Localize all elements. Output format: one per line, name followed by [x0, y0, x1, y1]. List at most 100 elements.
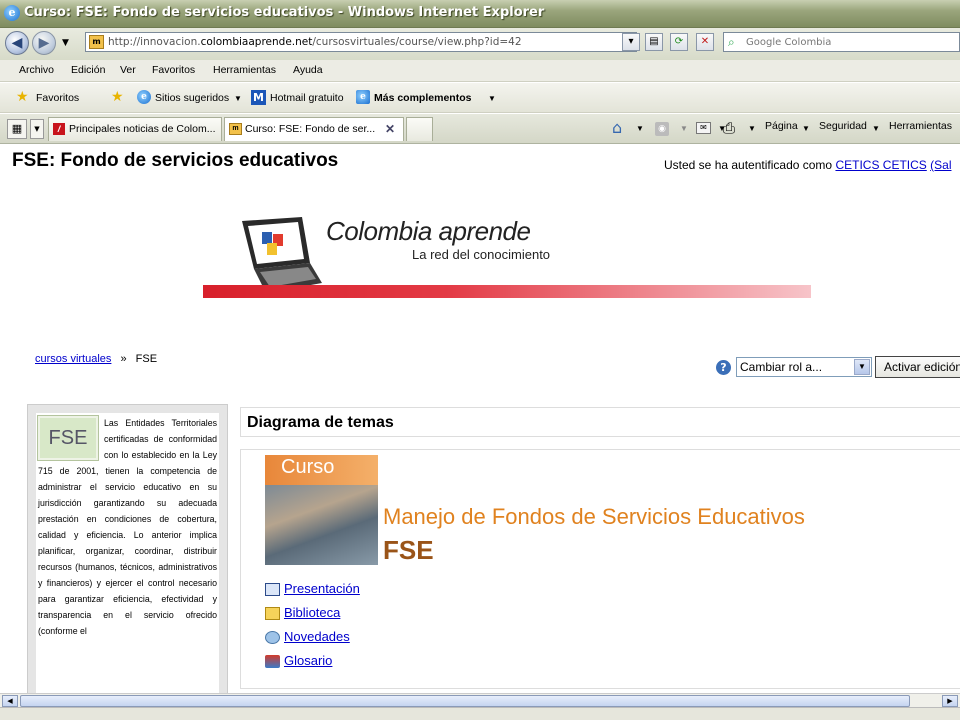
search-input[interactable]: ⌕ Google Colombia — [723, 32, 960, 52]
mail-icon[interactable]: ✉ — [696, 122, 711, 134]
history-dropdown-icon[interactable]: ▼ — [62, 38, 69, 48]
forward-button[interactable]: ▶ — [32, 31, 56, 55]
course-favicon-icon: m — [229, 123, 242, 135]
help-icon[interactable]: ? — [716, 360, 731, 375]
resource-biblioteca[interactable]: Biblioteca — [265, 605, 340, 621]
resource-novedades[interactable]: Novedades — [265, 629, 350, 645]
new-tab-button[interactable] — [406, 117, 433, 141]
title-bar: e Curso: FSE: Fondo de servicios educati… — [0, 0, 960, 28]
breadcrumb-current: FSE — [135, 353, 158, 365]
refresh-icon[interactable]: ⟳ — [670, 33, 688, 51]
edit-mode-button[interactable]: Activar edición — [875, 356, 960, 378]
page-title: FSE: Fondo de servicios educativos — [12, 150, 339, 171]
quick-tabs-icon[interactable]: ▦ — [7, 119, 27, 139]
suggested-sites-link[interactable]: Sitios sugeridos — [155, 92, 229, 104]
banner-stripe — [203, 285, 811, 298]
resource-presentacion[interactable]: Presentación — [265, 581, 360, 597]
forward-arrow-icon: ▶ — [38, 35, 50, 51]
search-placeholder: Google Colombia — [746, 37, 832, 48]
print-icon[interactable]: ⎙ — [723, 119, 735, 137]
breadcrumb: cursos virtuales » FSE — [35, 353, 157, 365]
address-url[interactable]: http://innovacion.colombiaaprende.net/cu… — [108, 36, 522, 48]
more-addons-dropdown-icon[interactable]: ▼ — [488, 94, 496, 103]
menu-herramientas[interactable]: Herramientas — [213, 64, 276, 76]
hotmail-icon: M — [251, 90, 266, 105]
logo-name: Colombia aprende — [326, 216, 531, 246]
tab-label: Principales noticias de Colom... — [69, 123, 216, 135]
role-select[interactable]: Cambiar rol a... ▼ — [736, 357, 872, 377]
hotmail-link[interactable]: Hotmail gratuito — [270, 92, 344, 104]
favorites-bar: ★ Favoritos ★ e Sitios sugeridos ▼ M Hot… — [0, 83, 960, 113]
scroll-left-icon[interactable]: ◀ — [2, 695, 18, 707]
home-dropdown-icon[interactable]: ▼ — [636, 124, 644, 133]
course-badge: Curso — [265, 455, 378, 485]
topics-header: Diagrama de temas — [247, 414, 394, 431]
suggested-sites-dropdown-icon[interactable]: ▼ — [234, 94, 242, 103]
resource-glosario[interactable]: Glosario — [265, 653, 332, 669]
back-arrow-icon: ◀ — [11, 35, 23, 51]
ie-icon: e — [4, 5, 20, 21]
address-bar[interactable]: m http://innovacion.colombiaaprende.net/… — [85, 32, 637, 52]
biblioteca-link[interactable]: Biblioteca — [284, 605, 340, 620]
menu-bar: Archivo Edición Ver Favoritos Herramient… — [0, 60, 960, 82]
course-topic-box: Curso Manejo de Fondos de Servicios Educ… — [240, 449, 960, 689]
glossary-icon — [265, 655, 280, 669]
course-subtitle: FSE — [383, 535, 434, 565]
login-text: Usted se ha autentificado como — [664, 158, 833, 172]
menu-edicion[interactable]: Edición — [71, 64, 105, 76]
user-link[interactable]: CETICS CETICS — [835, 158, 926, 172]
home-icon[interactable]: ⌂ — [612, 118, 622, 137]
tab-label: Curso: FSE: Fondo de ser... — [245, 123, 376, 135]
logo-tagline: La red del conocimiento — [412, 247, 551, 262]
course-title: Manejo de Fondos de Servicios Educativos — [383, 504, 805, 529]
login-info: Usted se ha autentificado como CETICS CE… — [664, 158, 951, 172]
tab-noticias[interactable]: / Principales noticias de Colom... — [48, 117, 222, 141]
close-tab-icon[interactable]: ✕ — [385, 122, 395, 136]
tab-list-dropdown-icon[interactable]: ▼ — [30, 119, 44, 139]
rss-feed-icon[interactable]: ◉ — [655, 122, 669, 136]
tab-curso[interactable]: m Curso: FSE: Fondo de ser... ✕ — [224, 117, 404, 141]
scrollbar-thumb[interactable] — [20, 695, 910, 707]
favorites-button[interactable]: Favoritos — [36, 92, 79, 104]
news-favicon-icon: / — [53, 123, 65, 135]
security-dropdown-icon: ▼ — [872, 124, 880, 133]
breadcrumb-root-link[interactable]: cursos virtuales — [35, 353, 111, 365]
back-button[interactable]: ◀ — [5, 31, 29, 55]
add-favorite-icon[interactable]: ★ — [111, 90, 124, 104]
status-bar — [0, 707, 960, 720]
menu-ver[interactable]: Ver — [120, 64, 136, 76]
course-image — [265, 485, 378, 565]
feeds-dropdown-icon[interactable]: ▼ — [680, 124, 688, 133]
address-dropdown-icon[interactable]: ▾ — [622, 33, 640, 51]
search-icon: ⌕ — [728, 35, 735, 49]
print-dropdown-icon[interactable]: ▼ — [748, 124, 756, 133]
breadcrumb-separator: » — [120, 353, 127, 365]
presentacion-link[interactable]: Presentación — [284, 581, 360, 596]
tab-bar: ▦ ▼ / Principales noticias de Colom... m… — [0, 114, 960, 144]
tools-menu[interactable]: Herramientas — [889, 120, 952, 132]
window-title: Curso: FSE: Fondo de servicios educativo… — [24, 5, 545, 20]
horizontal-scrollbar[interactable]: ◀ ▶ — [0, 693, 960, 707]
forum-icon — [265, 631, 280, 645]
glosario-link[interactable]: Glosario — [284, 653, 332, 668]
menu-favoritos[interactable]: Favoritos — [152, 64, 195, 76]
stop-icon[interactable]: ✕ — [696, 33, 714, 51]
menu-archivo[interactable]: Archivo — [19, 64, 54, 76]
security-menu[interactable]: Seguridad — [819, 120, 867, 132]
novedades-link[interactable]: Novedades — [284, 629, 350, 644]
more-addons-link[interactable]: Más complementos — [374, 92, 471, 104]
course-summary: FSE Las Entidades Territoriales certific… — [36, 413, 219, 693]
favorites-star-icon: ★ — [16, 89, 29, 105]
scroll-right-icon[interactable]: ▶ — [942, 695, 958, 707]
page-content: FSE: Fondo de servicios educativos Usted… — [0, 145, 960, 693]
menu-ayuda[interactable]: Ayuda — [293, 64, 323, 76]
compatibility-icon[interactable]: ▤ — [645, 33, 663, 51]
site-favicon-icon: m — [89, 35, 104, 49]
topics-header-box: Diagrama de temas — [240, 407, 960, 437]
page-menu[interactable]: Página — [765, 120, 798, 132]
logout-link[interactable]: (Sal — [930, 158, 951, 172]
course-summary-block: FSE Las Entidades Territoriales certific… — [27, 404, 228, 693]
page-dropdown-icon: ▼ — [802, 124, 810, 133]
addons-icon: e — [356, 90, 370, 104]
role-select-arrow-icon: ▼ — [854, 359, 870, 375]
